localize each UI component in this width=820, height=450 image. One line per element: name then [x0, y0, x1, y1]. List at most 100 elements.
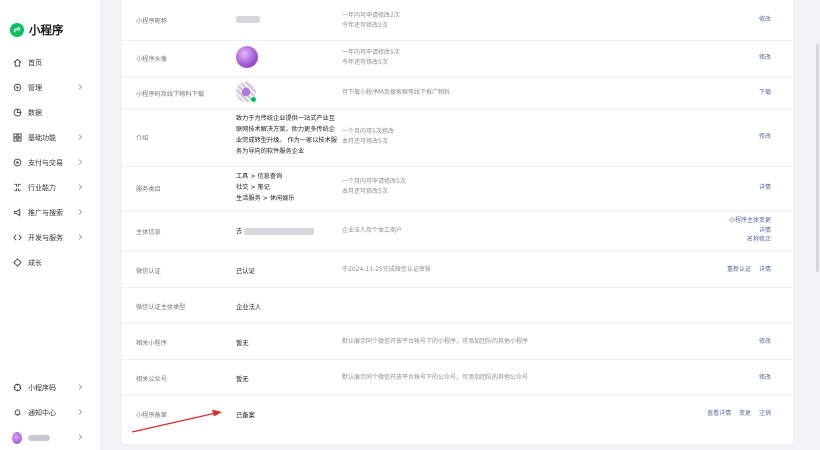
subject-value-prefix: 去: [236, 228, 243, 235]
row-desc: 一年内可申请修改2次: [342, 12, 400, 19]
sidebar-item-label: 管理: [28, 83, 42, 92]
name-correction-link[interactable]: 名称修正: [747, 235, 771, 245]
chevron-right-icon: [78, 384, 83, 390]
miniprogram-logo-icon: [10, 23, 24, 37]
sidebar-item-data[interactable]: 数据: [0, 100, 100, 125]
row-desc: 今年还可修改2次: [342, 21, 388, 29]
sidebar-item-dev[interactable]: 开发与服务: [0, 225, 100, 250]
filing-status: 已备案: [236, 412, 255, 419]
sidebar-item-label: 行业能力: [28, 183, 56, 192]
row-related-app: 相关小程序 暂无 默认展示同个微信开放平台帐号下的小程序，可添加团队的其他小程序…: [122, 323, 793, 360]
edit-related-oa-link[interactable]: 修改: [759, 373, 771, 383]
edit-name-link[interactable]: 修改: [759, 15, 771, 25]
edit-intro-link[interactable]: 修改: [759, 132, 771, 142]
sidebar-item-manage[interactable]: 管理: [0, 75, 100, 100]
sidebar-item-notify[interactable]: 通知中心: [0, 400, 100, 425]
sidebar-item-industry[interactable]: 行业能力: [0, 175, 100, 200]
sidebar-item-label: 成长: [28, 258, 42, 267]
row-name: 小程序昵称 一年内可申请修改2次 今年还可修改2次 修改: [122, 0, 793, 41]
category-detail-link[interactable]: 详情: [759, 183, 771, 193]
manage-icon: [12, 83, 22, 93]
row-qrcode: 小程序码及线下物料下载 可下载小程序码及搜索框等线下推广物料 下载: [122, 76, 793, 109]
row-label: 微信认证主体类型: [136, 304, 186, 311]
row-desc: 本月还可修改5次: [342, 137, 388, 145]
account-name-blurred: [28, 434, 50, 441]
chevron-right-icon: [78, 234, 83, 240]
name-value-blurred: [236, 16, 260, 23]
edit-related-app-link[interactable]: 修改: [759, 337, 771, 347]
chevron-right-icon: [78, 159, 83, 165]
sidebar-item-qrcode[interactable]: 小程序码: [0, 375, 100, 400]
row-desc: 一年内可申请修改5次: [342, 49, 400, 56]
intro-line: 务为导向的软件服务企业: [236, 148, 305, 155]
miniprogram-avatar: [236, 46, 258, 68]
row-desc: 默认展示同个微信开放平台帐号下的公众号，可添加团队的其他公众号: [342, 374, 529, 381]
sidebar-item-label: 开发与服务: [28, 233, 63, 242]
category-line: 工具 > 信息查询: [236, 173, 283, 180]
scrollbar-thumb[interactable]: [816, 44, 819, 272]
row-intro: 介绍 致力于为传统企业提供一站式产业互 联网技术解决方案，助力更多传统企 业完成…: [122, 108, 793, 167]
subject-detail-link[interactable]: 详情: [759, 226, 771, 236]
row-avatar: 小程序头像 一年内可申请修改5次 今年还可修改5次 修改: [122, 40, 793, 77]
sidebar-nav: 首页 管理 数据 基础功能 支付与交易 行业能力 推广与搜索 开发与服务 成长: [0, 50, 100, 275]
sidebar-item-account[interactable]: [0, 425, 100, 450]
sidebar-item-home[interactable]: 首页: [0, 50, 100, 75]
category-line: 社交 > 笔记: [236, 184, 270, 191]
sidebar-item-label: 数据: [28, 108, 42, 117]
row-desc: 本月还可修改5次: [342, 187, 388, 195]
filing-cancel-link[interactable]: 注销: [759, 409, 771, 419]
qrcode-icon: [12, 383, 22, 393]
row-label: 小程序备案: [136, 412, 167, 419]
settings-card: 小程序昵称 一年内可申请修改2次 今年还可修改2次 修改 小程序头像 一年内可申…: [122, 0, 793, 444]
miniprogram-code-image: [236, 82, 256, 102]
brand[interactable]: 小程序: [10, 22, 64, 38]
filing-detail-link[interactable]: 查看详情: [707, 409, 731, 419]
verify-status: 已认证: [236, 268, 255, 275]
row-filing: 小程序备案 已备案 查看详情 变更 注销: [122, 395, 793, 431]
row-label: 相关小程序: [136, 340, 167, 347]
home-icon: [12, 58, 22, 68]
chevron-right-icon: [78, 84, 83, 90]
chevron-right-icon: [78, 184, 83, 190]
sidebar-item-label: 基础功能: [28, 133, 56, 142]
edit-avatar-link[interactable]: 修改: [759, 53, 771, 63]
sidebar-item-growth[interactable]: 成长: [0, 250, 100, 275]
chevron-right-icon: [78, 409, 83, 415]
filing-change-link[interactable]: 变更: [739, 409, 751, 419]
row-subject: 主体信息 去 企业法人及个体工商户 小程序主体变更 详情 名称修正: [122, 211, 793, 252]
row-desc: 一个月内可5次修改: [342, 128, 394, 135]
row-desc: 企业法人及个体工商户: [342, 227, 403, 234]
subject-change-link[interactable]: 小程序主体变更: [729, 216, 771, 226]
subject-value-blurred: [244, 227, 315, 235]
sidebar-item-promote[interactable]: 推广与搜索: [0, 200, 100, 225]
intro-line: 致力于为传统企业提供一站式产业互: [236, 115, 335, 122]
sidebar-item-pay[interactable]: 支付与交易: [0, 150, 100, 175]
sidebar-item-label: 推广与搜索: [28, 208, 63, 217]
row-desc: 默认展示同个微信开放平台帐号下的小程序，可添加团队的其他小程序: [342, 338, 529, 345]
verify-type-value: 企业法人: [236, 304, 262, 311]
intro-line: 业完成转型升级。 作为一家以技术服: [236, 137, 337, 144]
avatar: [12, 431, 22, 444]
bell-icon: [12, 408, 22, 418]
growth-icon: [12, 258, 22, 268]
row-label: 介绍: [136, 135, 149, 142]
row-label: 小程序昵称: [136, 18, 167, 25]
chevron-right-icon: [78, 134, 83, 140]
sidebar: 小程序 首页 管理 数据 基础功能 支付与交易 行业能力 推广与搜索 开发与服务…: [0, 0, 101, 450]
reverify-link[interactable]: 重新认证: [727, 265, 751, 275]
row-verify: 微信认证 已认证 于2024-11-25完成微信认证审核 重新认证 详情: [122, 251, 793, 288]
sidebar-item-label: 首页: [28, 58, 42, 67]
related-app-value: 暂无: [236, 340, 249, 347]
row-label: 主体信息: [136, 229, 161, 236]
intro-line: 联网技术解决方案，助力更多传统企: [236, 126, 335, 133]
row-label: 小程序码及线下物料下载: [136, 91, 205, 98]
row-label: 服务类目: [136, 186, 161, 193]
industry-icon: [12, 183, 22, 193]
verify-detail-link[interactable]: 详情: [759, 265, 771, 275]
sidebar-item-basic[interactable]: 基础功能: [0, 125, 100, 150]
row-label: 小程序头像: [136, 56, 167, 63]
row-label: 微信认证: [136, 268, 161, 275]
scrollbar[interactable]: [815, 0, 820, 450]
download-link[interactable]: 下载: [759, 88, 771, 98]
data-icon: [12, 108, 22, 118]
